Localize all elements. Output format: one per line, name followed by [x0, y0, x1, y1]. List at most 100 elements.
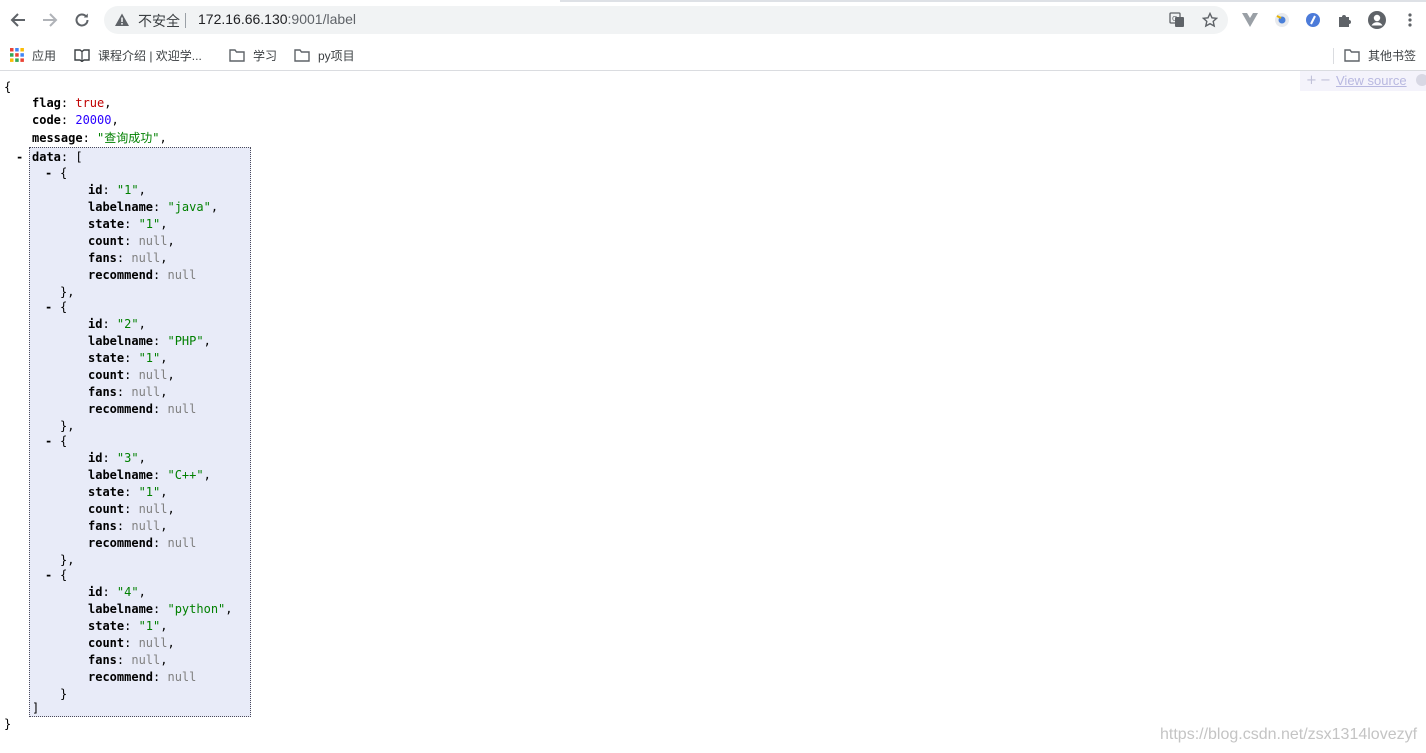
star-icon — [1202, 12, 1218, 28]
json-key: flag — [32, 96, 61, 110]
json-key: recommend — [88, 402, 154, 416]
json-key: id — [88, 451, 103, 465]
collapse-object-toggle[interactable]: - — [45, 299, 52, 316]
apps-grid-icon — [10, 48, 24, 62]
json-value: "查询成功" — [97, 131, 160, 145]
json-entry-labelname: labelname: "python", — [88, 602, 233, 616]
bookmark-folder-study[interactable]: 学习 — [229, 44, 277, 66]
json-value: 20000 — [75, 113, 112, 127]
json-value: null — [167, 268, 197, 282]
warning-icon[interactable] — [114, 12, 130, 28]
json-key: fans — [88, 653, 117, 667]
json-value: null — [131, 251, 161, 265]
account-icon — [1368, 11, 1386, 29]
folder-icon — [229, 48, 245, 62]
address-bar[interactable]: 不安全 172.16.66.130:9001/label G — [104, 6, 1228, 34]
json-key: state — [88, 619, 125, 633]
json-entry-state: state: "1", — [88, 351, 168, 365]
profile-button[interactable] — [1367, 10, 1387, 30]
json-key: id — [88, 183, 103, 197]
json-key: id — [88, 317, 103, 331]
extension-vue-button[interactable] — [1240, 10, 1260, 30]
json-entry-recommend: recommend: null — [88, 268, 197, 282]
more-vertical-icon — [1408, 13, 1412, 27]
collapse-data-toggle[interactable]: - — [16, 149, 23, 166]
json-value: "4" — [116, 585, 139, 599]
tab-strip-edge — [560, 0, 1426, 2]
json-key: state — [88, 351, 125, 365]
translate-button[interactable]: G — [1168, 11, 1186, 29]
json-key: recommend — [88, 268, 154, 282]
json-key: count — [88, 502, 125, 516]
bookmark-apps[interactable]: 应用 — [10, 44, 56, 66]
json-entry-code: code: 20000, — [32, 113, 119, 127]
json-key: labelname — [88, 602, 154, 616]
bookmarks-divider — [1333, 48, 1334, 64]
json-entry-message: message: "查询成功", — [32, 131, 167, 145]
json-entry-state: state: "1", — [88, 619, 168, 633]
json-entry-fans: fans: null, — [88, 519, 168, 533]
collapse-object-toggle[interactable]: - — [45, 567, 52, 584]
json-entry-state: state: "1", — [88, 485, 168, 499]
json-entry-fans: fans: null, — [88, 653, 168, 667]
security-label[interactable]: 不安全 — [138, 11, 180, 31]
collapse-all-button[interactable]: − — [1320, 73, 1331, 88]
bookmark-folder-py[interactable]: py项目 — [294, 44, 355, 66]
json-key: state — [88, 217, 125, 231]
object-open-brace: { — [60, 568, 68, 582]
chrome-menu-button[interactable] — [1400, 10, 1420, 30]
folder-icon — [1344, 48, 1360, 62]
json-value: "PHP" — [167, 334, 204, 348]
json-key: id — [88, 585, 103, 599]
reload-button[interactable] — [70, 8, 94, 32]
expand-all-button[interactable]: + — [1306, 73, 1317, 88]
json-entry-id: id: "2", — [88, 317, 146, 331]
json-key: labelname — [88, 200, 154, 214]
json-key: labelname — [88, 468, 154, 482]
brace: } — [60, 687, 68, 701]
json-entry-id: id: "1", — [88, 183, 146, 197]
json-value: null — [131, 519, 161, 533]
json-viewer: + − View source { flag: true, code: 2000… — [0, 71, 1426, 753]
object-open-brace: { — [60, 300, 68, 314]
json-entry-count: count: null, — [88, 502, 175, 516]
json-value: null — [138, 368, 168, 382]
bookmark-star-button[interactable] — [1201, 11, 1219, 29]
json-value: null — [167, 536, 197, 550]
bookmark-other-label: 其他书签 — [1368, 48, 1417, 63]
bookmark-apps-label: 应用 — [32, 48, 57, 63]
extension-chrome-button[interactable] — [1272, 10, 1292, 30]
json-entry-labelname: labelname: "PHP", — [88, 334, 211, 348]
bookmark-folder-other[interactable]: 其他书签 — [1344, 44, 1416, 66]
json-key: message — [32, 131, 83, 145]
json-entry-id: id: "3", — [88, 451, 146, 465]
view-source-link[interactable]: View source — [1336, 73, 1407, 88]
json-entry-fans: fans: null, — [88, 385, 168, 399]
json-entry-flag: flag: true, — [32, 96, 112, 110]
bookmark-course[interactable]: 课程介绍 | 欢迎学... — [74, 44, 202, 66]
json-value: "C++" — [167, 468, 204, 482]
watermark: https://blog.csdn.net/zsx1314lovezyf — [1160, 726, 1418, 743]
json-entry-fans: fans: null, — [88, 251, 168, 265]
forward-button[interactable] — [38, 8, 62, 32]
extensions-menu-button[interactable] — [1335, 10, 1355, 30]
puzzle-icon — [1339, 15, 1351, 27]
collapse-object-toggle[interactable]: - — [45, 165, 52, 182]
url-text[interactable]: 172.16.66.130:9001/label — [198, 11, 356, 27]
translate-icon: G — [1169, 12, 1184, 27]
json-entry-data: data: [ — [32, 150, 83, 164]
svg-text:G: G — [1172, 15, 1177, 23]
json-key: fans — [88, 385, 117, 399]
json-value: "2" — [116, 317, 139, 331]
extension-blue-button[interactable] — [1303, 10, 1323, 30]
collapse-object-toggle[interactable]: - — [45, 433, 52, 450]
bookmark-study-label: 学习 — [253, 48, 278, 63]
json-key: count — [88, 368, 125, 382]
json-entry-labelname: labelname: "C++", — [88, 468, 211, 482]
json-value: null — [167, 402, 197, 416]
json-value: "1" — [116, 183, 139, 197]
json-array-close: ] — [32, 701, 40, 715]
back-button[interactable] — [6, 8, 30, 32]
settings-gear-icon[interactable] — [1416, 74, 1426, 86]
url-host: 172.16.66.130 — [198, 11, 288, 27]
